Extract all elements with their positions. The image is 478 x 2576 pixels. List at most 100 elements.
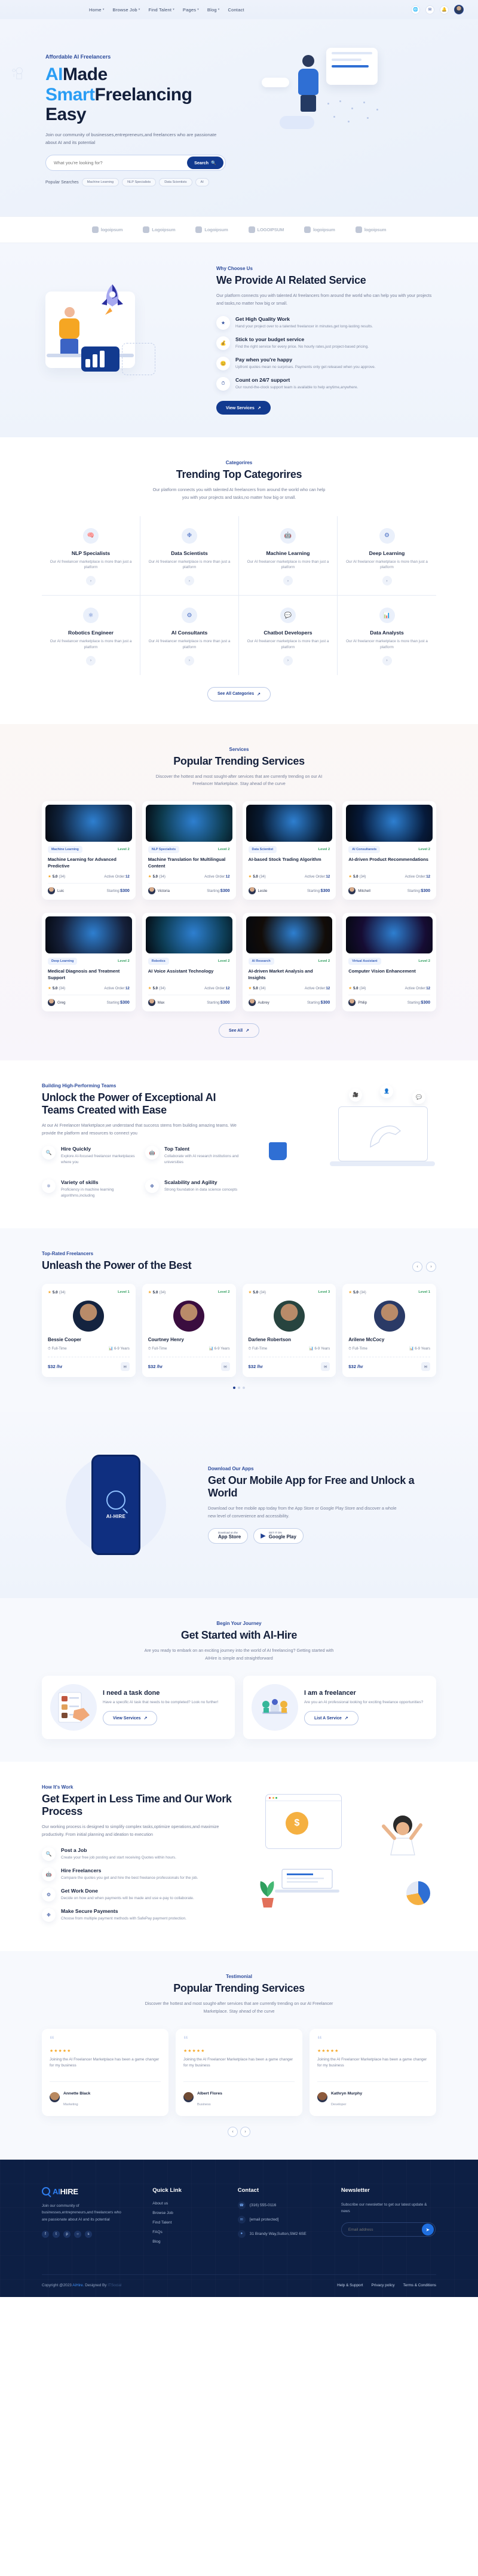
footer-link-about[interactable]: About us — [152, 2201, 225, 2206]
facebook-icon[interactable]: f — [42, 2231, 49, 2238]
chevron-right-icon[interactable]: › — [185, 576, 194, 586]
chip-nlp-specialists[interactable]: NLP Specialists — [122, 178, 157, 187]
category-card[interactable]: 🤖 Machine Learning Our AI freelancer marke… — [239, 516, 338, 596]
carousel-dot[interactable] — [233, 1387, 235, 1390]
testimonial-next-button[interactable]: › — [240, 2126, 250, 2137]
service-card[interactable]: AI Consultansts Level 2 AI-driven Product … — [342, 801, 436, 900]
service-seller[interactable]: Mitchell — [348, 887, 370, 895]
google-play-button[interactable]: ▶ GET IT ON Google Play — [253, 1528, 304, 1544]
service-price: Starting:$300 — [307, 1000, 330, 1005]
service-card[interactable]: Deep Learning Level 2 Medical Diagnosis an… — [42, 913, 136, 1012]
nav-item-blog[interactable]: Blog ▾ — [207, 7, 220, 13]
skype-icon[interactable]: s — [85, 2231, 92, 2238]
chevron-right-icon[interactable]: › — [283, 576, 293, 586]
newsletter-form[interactable]: ➤ — [341, 2222, 436, 2237]
chip-ai[interactable]: AI — [195, 178, 209, 187]
carousel-next-button[interactable]: › — [426, 1262, 436, 1272]
list-a-service-button[interactable]: List A Service ↗ — [304, 1711, 358, 1726]
nav-item-pages[interactable]: Pages ▾ — [183, 7, 199, 13]
avatar[interactable] — [454, 5, 464, 14]
footer-contact-email[interactable]: ✉ [email protected] — [237, 2215, 329, 2224]
category-card[interactable]: ⚙ Deep Learning Our AI freelancer marketpl… — [338, 516, 436, 596]
service-card[interactable]: Virtual Assistant Level 2 Computer Vision … — [342, 913, 436, 1012]
message-icon[interactable]: ✉ — [421, 1362, 430, 1372]
carousel-dot[interactable] — [243, 1387, 245, 1390]
instagram-icon[interactable]: ○ — [74, 2231, 81, 2238]
carousel-prev-button[interactable]: ‹ — [412, 1262, 422, 1272]
service-seller[interactable]: Victoria — [148, 887, 170, 895]
get-started-card-freelancer[interactable]: I am a freelancer Are you an AI professi… — [243, 1675, 436, 1739]
nav-item-find-talent[interactable]: Find Talent ▾ — [148, 7, 174, 13]
footer-link-browse-job[interactable]: Browse Job — [152, 2211, 225, 2215]
freelancer-card[interactable]: ★ 5.0 (34) Level 1 Arilene McCocy ⏱ Full-Tim… — [342, 1284, 436, 1378]
pinterest-icon[interactable]: p — [63, 2231, 71, 2238]
star-icon: ★ — [348, 986, 353, 991]
footer-terms[interactable]: Terms & Conditions — [403, 2283, 436, 2287]
search-input[interactable] — [54, 160, 188, 166]
app-store-button[interactable]: Download on the App Store — [208, 1528, 249, 1544]
service-seller[interactable]: Greg — [48, 999, 66, 1007]
category-card[interactable]: 💬 Chatbot Developers Our AI freelancer mar… — [239, 596, 338, 675]
service-rating: ★ 5.0 (34) — [248, 874, 266, 879]
nav-item-browse-job[interactable]: Browse Job ▾ — [113, 7, 140, 13]
how-step: ⚙ Get Work Done Decide on how and when pay… — [42, 1887, 245, 1902]
chevron-right-icon[interactable]: › — [382, 655, 392, 666]
hero-search-bar[interactable]: Search 🔍 — [45, 155, 226, 171]
chevron-right-icon[interactable]: › — [283, 655, 293, 666]
footer-link-faqs[interactable]: FAQs — [152, 2230, 225, 2234]
chevron-right-icon[interactable]: › — [86, 655, 96, 666]
newsletter-email-input[interactable] — [348, 2227, 422, 2232]
service-card[interactable]: NLP Specialists Level 2 Machine Translatio… — [142, 801, 236, 900]
chevron-right-icon[interactable]: › — [86, 576, 96, 586]
footer-privacy-policy[interactable]: Privacy policy — [372, 2283, 395, 2287]
service-seller[interactable]: Luic — [48, 887, 64, 895]
category-card[interactable]: ⚛ Robotics Engineer Our AI freelancer mark… — [42, 596, 140, 675]
twitter-icon[interactable]: t — [53, 2231, 60, 2238]
see-all-services-button[interactable]: See All ↗ — [219, 1023, 259, 1038]
freelancer-card[interactable]: ★ 5.0 (34) Level 3 Darlene Robertson ⏱ Full-… — [242, 1284, 336, 1378]
footer-link-blog[interactable]: Blog — [152, 2240, 225, 2244]
service-card[interactable]: Machine Learning Level 2 Machine Learning … — [42, 801, 136, 900]
category-card[interactable]: ❉ Data Scientists Our AI freelancer market… — [140, 516, 239, 596]
nav-item-home[interactable]: Home ▾ — [89, 7, 105, 13]
carousel-dot[interactable] — [238, 1387, 240, 1390]
service-seller[interactable]: Max — [148, 999, 164, 1007]
category-card[interactable]: 🧠 NLP Specialists Our AI freelancer market… — [42, 516, 140, 596]
service-seller[interactable]: Leslie — [248, 887, 267, 895]
message-icon[interactable]: ✉ — [120, 1362, 130, 1372]
view-services-button[interactable]: View Services ↗ — [103, 1711, 158, 1726]
message-icon[interactable]: ✉ — [321, 1362, 330, 1372]
search-button[interactable]: Search 🔍 — [187, 157, 223, 170]
bell-icon[interactable]: 🔔 — [440, 5, 449, 14]
testimonial-prev-button[interactable]: ‹ — [228, 2126, 238, 2137]
chevron-right-icon[interactable]: › — [185, 655, 194, 666]
newsletter-submit-button[interactable]: ➤ — [421, 2224, 434, 2236]
copyright-brand-link[interactable]: AiHire. — [72, 2283, 84, 2287]
get-started-card-task[interactable]: I need a task done Have a specific AI ta… — [42, 1675, 235, 1739]
footer-help-support[interactable]: Help & Support — [337, 2283, 363, 2287]
how-step: ❉ Make Secure Payments Choose from multipl… — [42, 1908, 245, 1922]
footer-contact-phone[interactable]: ☎ (316) 555-0116 — [237, 2201, 329, 2209]
see-all-categories-button[interactable]: See All Categories ↗ — [207, 686, 271, 701]
service-card[interactable]: Data Scientist Level 2 AI-based Stock Trad… — [242, 801, 336, 900]
category-card[interactable]: 📊 Data Analysts Our AI freelancer marketpl… — [338, 596, 436, 675]
header-actions: 🌐 ✉ 🔔 — [411, 5, 464, 14]
service-seller[interactable]: Philip — [348, 999, 367, 1007]
message-icon[interactable]: ✉ — [220, 1362, 230, 1372]
message-icon[interactable]: ✉ — [425, 5, 434, 14]
freelancer-card[interactable]: ★ 5.0 (34) Level 1 Bessie Cooper ⏱ Full-Time… — [42, 1284, 136, 1378]
chip-data-scientists[interactable]: Data Scientists — [159, 178, 192, 187]
nav-item-contact[interactable]: Contact — [228, 7, 244, 13]
service-card[interactable]: AI Research Level 2 AI-driven Market Analy… — [242, 913, 336, 1012]
footer-logo[interactable]: AIHIRE — [42, 2187, 140, 2196]
category-card[interactable]: ⚙ AI Consultants Our AI freelancer marketp… — [140, 596, 239, 675]
footer-contact-address[interactable]: ● 31 Brandy Way,Sutton,SM2 6SE — [237, 2230, 329, 2238]
chevron-right-icon[interactable]: › — [382, 576, 392, 586]
globe-icon[interactable]: 🌐 — [411, 5, 420, 14]
chip-machine-learning[interactable]: Machine Learning — [81, 178, 120, 187]
freelancer-card[interactable]: ★ 5.0 (34) Level 2 Courtney Henry ⏱ Full-Tim… — [142, 1284, 236, 1378]
view-services-button[interactable]: View Services ↗ — [216, 400, 271, 415]
footer-link-find-talent[interactable]: Find Talent — [152, 2221, 225, 2225]
service-seller[interactable]: Aubrey — [248, 999, 269, 1007]
service-card[interactable]: Robotics Level 2 AI Voice Assistant Techno… — [142, 913, 236, 1012]
